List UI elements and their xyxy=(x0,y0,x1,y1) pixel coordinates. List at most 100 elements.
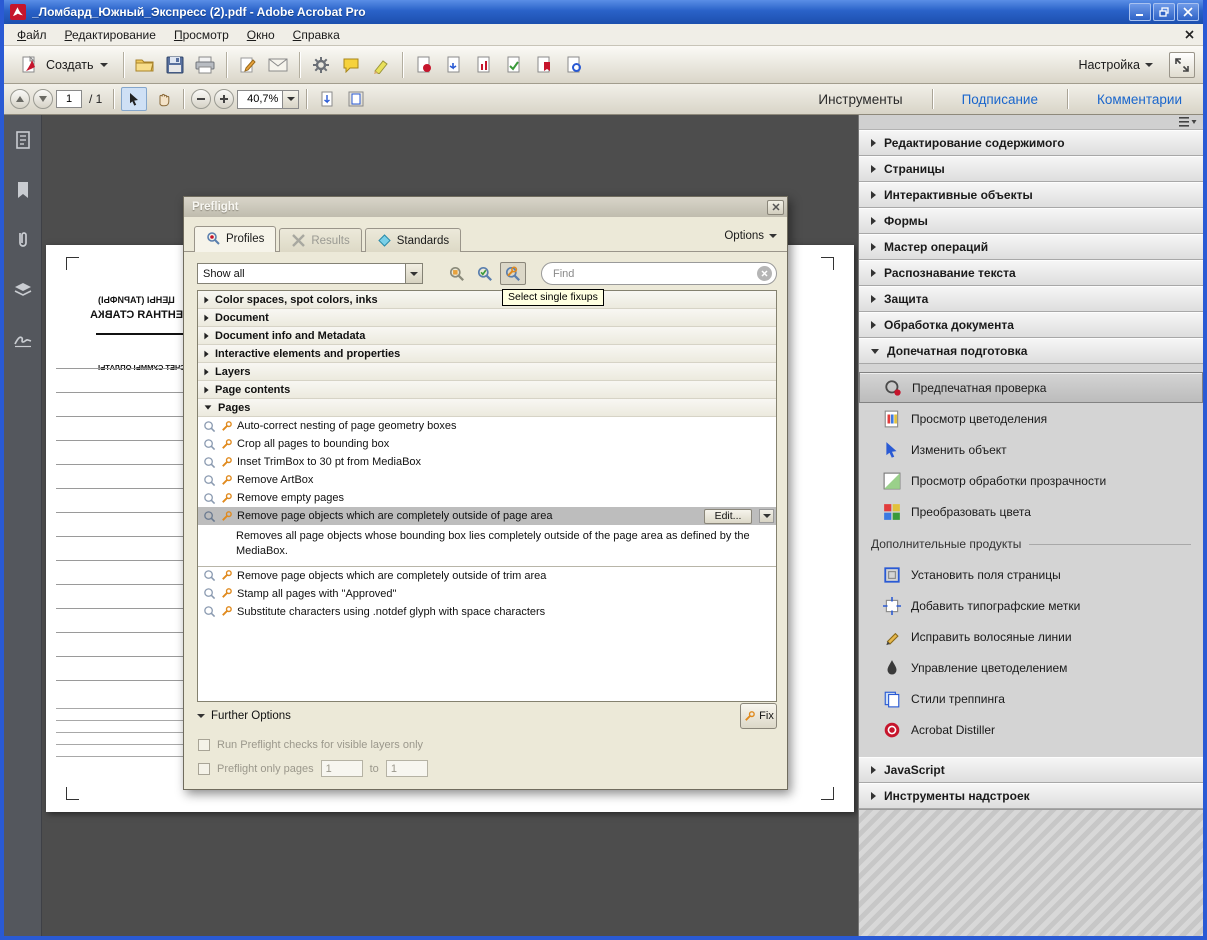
fullscreen-toggle-button[interactable] xyxy=(1169,52,1195,78)
pages-to-input[interactable] xyxy=(386,760,428,777)
quick-tool-button-2[interactable] xyxy=(440,51,468,79)
tool-preflight[interactable]: Предпечатная проверка xyxy=(859,372,1203,403)
email-button[interactable] xyxy=(264,51,292,79)
attachments-button[interactable] xyxy=(10,227,36,253)
layers-button[interactable] xyxy=(10,277,36,303)
section-document-processing[interactable]: Обработка документа xyxy=(859,312,1203,338)
category-layers[interactable]: Layers xyxy=(198,363,776,381)
quick-tool-button-5[interactable] xyxy=(530,51,558,79)
fixup-row-selected[interactable]: Remove page objects which are completely… xyxy=(198,507,776,525)
scroll-mode-button[interactable] xyxy=(314,87,340,111)
tab-profiles[interactable]: Profiles xyxy=(194,226,276,252)
signatures-button[interactable] xyxy=(10,327,36,353)
tool-convert-colors[interactable]: Преобразовать цвета xyxy=(859,496,1203,527)
quick-tool-button-6[interactable] xyxy=(560,51,588,79)
menu-file[interactable]: Файл xyxy=(8,25,56,45)
tool-output-preview[interactable]: Просмотр цветоделения xyxy=(859,403,1203,434)
tool-ink-manager[interactable]: Управление цветоделением xyxy=(859,652,1203,683)
category-pages[interactable]: Pages xyxy=(198,399,776,417)
restore-button[interactable] xyxy=(1153,3,1175,21)
category-doc-info[interactable]: Document info and Metadata xyxy=(198,327,776,345)
hand-tool-button[interactable] xyxy=(150,87,176,111)
tool-fix-hairlines[interactable]: Исправить волосяные линии xyxy=(859,621,1203,652)
category-document[interactable]: Document xyxy=(198,309,776,327)
fixup-row[interactable]: Remove empty pages xyxy=(198,489,776,507)
panel-menu-icon[interactable] xyxy=(1179,116,1197,128)
quick-tool-button-1[interactable] xyxy=(410,51,438,79)
fixup-row[interactable]: Inset TrimBox to 30 pt from MediaBox xyxy=(198,453,776,471)
tools-panel-toggle[interactable]: Инструменты xyxy=(803,92,917,107)
select-single-fixups-button[interactable] xyxy=(500,262,526,285)
minimize-button[interactable] xyxy=(1129,3,1151,21)
dropdown-button[interactable] xyxy=(405,264,422,283)
tab-results[interactable]: Results xyxy=(279,228,361,252)
fixup-dropdown-button[interactable] xyxy=(759,509,774,523)
zoom-out-button[interactable] xyxy=(191,89,211,109)
fixup-row[interactable]: Remove page objects which are completely… xyxy=(198,567,776,585)
fixup-row[interactable]: Remove ArtBox xyxy=(198,471,776,489)
fixups-list[interactable]: Color spaces, spot colors, inks Document… xyxy=(197,290,777,702)
section-forms[interactable]: Формы xyxy=(859,208,1203,234)
tab-standards[interactable]: Standards xyxy=(365,228,461,252)
page-thumbnails-button[interactable] xyxy=(10,127,36,153)
category-color-spaces[interactable]: Color spaces, spot colors, inks xyxy=(198,291,776,309)
fixup-row[interactable]: Substitute characters using .notdef glyp… xyxy=(198,603,776,621)
menu-edit[interactable]: Редактирование xyxy=(56,25,165,45)
select-profiles-button[interactable] xyxy=(444,262,470,285)
options-menu-button[interactable]: Options xyxy=(724,230,777,251)
run-checks-checkbox[interactable] xyxy=(198,739,210,751)
category-page-contents[interactable]: Page contents xyxy=(198,381,776,399)
sign-panel-toggle[interactable]: Подписание xyxy=(947,92,1053,107)
select-tool-button[interactable] xyxy=(121,87,147,111)
clear-search-icon[interactable] xyxy=(757,266,772,281)
settings-gear-button[interactable] xyxy=(307,51,335,79)
customize-button[interactable]: Настройка xyxy=(1072,54,1159,76)
tool-acrobat-distiller[interactable]: Acrobat Distiller xyxy=(859,714,1203,745)
fixup-row[interactable]: Stamp all pages with "Approved" xyxy=(198,585,776,603)
comment-button[interactable] xyxy=(337,51,365,79)
highlight-button[interactable] xyxy=(367,51,395,79)
create-button[interactable]: Создать xyxy=(12,52,116,78)
section-protection[interactable]: Защита xyxy=(859,286,1203,312)
further-options-toggle[interactable]: Further Options xyxy=(197,710,291,722)
section-javascript[interactable]: JavaScript xyxy=(859,757,1203,783)
page-number-input[interactable] xyxy=(56,90,82,108)
close-button[interactable] xyxy=(1177,3,1199,21)
next-page-button[interactable] xyxy=(33,89,53,109)
close-document-icon[interactable] xyxy=(1179,27,1199,43)
show-filter-dropdown[interactable]: Show all xyxy=(197,263,423,284)
menu-window[interactable]: Окно xyxy=(238,25,284,45)
category-interactive[interactable]: Interactive elements and properties xyxy=(198,345,776,363)
open-file-button[interactable] xyxy=(131,51,159,79)
tool-add-printer-marks[interactable]: Добавить типографские метки xyxy=(859,590,1203,621)
zoom-dropdown-button[interactable] xyxy=(283,90,299,109)
section-pages[interactable]: Страницы xyxy=(859,156,1203,182)
save-button[interactable] xyxy=(161,51,189,79)
tool-edit-object[interactable]: Изменить объект xyxy=(859,434,1203,465)
edit-fixup-button[interactable]: Edit... xyxy=(704,509,752,524)
previous-page-button[interactable] xyxy=(10,89,30,109)
fit-page-button[interactable] xyxy=(343,87,369,111)
tool-trap-presets[interactable]: Стили треппинга xyxy=(859,683,1203,714)
sign-document-button[interactable] xyxy=(234,51,262,79)
section-addon-tools[interactable]: Инструменты надстроек xyxy=(859,783,1203,809)
section-interactive-objects[interactable]: Интерактивные объекты xyxy=(859,182,1203,208)
find-input[interactable] xyxy=(553,268,757,280)
section-print-production[interactable]: Допечатная подготовка xyxy=(859,338,1203,364)
tool-flattener-preview[interactable]: Просмотр обработки прозрачности xyxy=(859,465,1203,496)
quick-tool-button-4[interactable] xyxy=(500,51,528,79)
section-action-wizard[interactable]: Мастер операций xyxy=(859,234,1203,260)
select-single-checks-button[interactable] xyxy=(472,262,498,285)
tool-set-page-boxes[interactable]: Установить поля страницы xyxy=(859,559,1203,590)
pages-from-input[interactable] xyxy=(321,760,363,777)
fix-button[interactable]: Fix xyxy=(740,703,777,729)
preflight-pages-checkbox[interactable] xyxy=(198,763,210,775)
menu-help[interactable]: Справка xyxy=(284,25,349,45)
preflight-titlebar[interactable]: Preflight xyxy=(184,197,787,217)
menu-view[interactable]: Просмотр xyxy=(165,25,238,45)
print-button[interactable] xyxy=(191,51,219,79)
bookmarks-button[interactable] xyxy=(10,177,36,203)
fixup-row[interactable]: Crop all pages to bounding box xyxy=(198,435,776,453)
fixup-row[interactable]: Auto-correct nesting of page geometry bo… xyxy=(198,417,776,435)
quick-tool-button-3[interactable] xyxy=(470,51,498,79)
